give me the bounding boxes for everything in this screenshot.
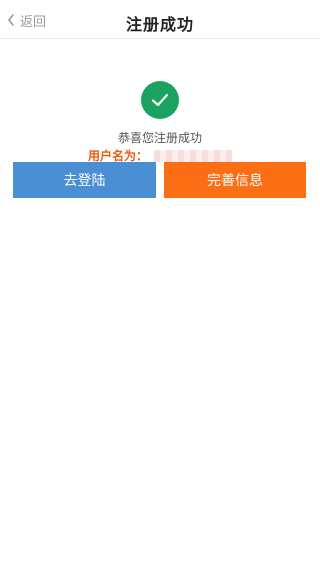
success-badge: [141, 81, 179, 119]
success-message: 恭喜您注册成功: [117, 131, 202, 145]
complete-info-button[interactable]: 完善信息: [164, 162, 306, 198]
checkmark-icon: [151, 93, 169, 107]
page-title: 注册成功: [125, 15, 194, 34]
go-login-button[interactable]: 去登陆: [13, 162, 156, 198]
username-value-redacted: [154, 149, 232, 162]
register-success-page: 返回 注册成功 恭喜您注册成功 用户名为： 去登陆 完善信息: [0, 0, 320, 569]
top-bar: 返回 注册成功: [0, 0, 320, 39]
